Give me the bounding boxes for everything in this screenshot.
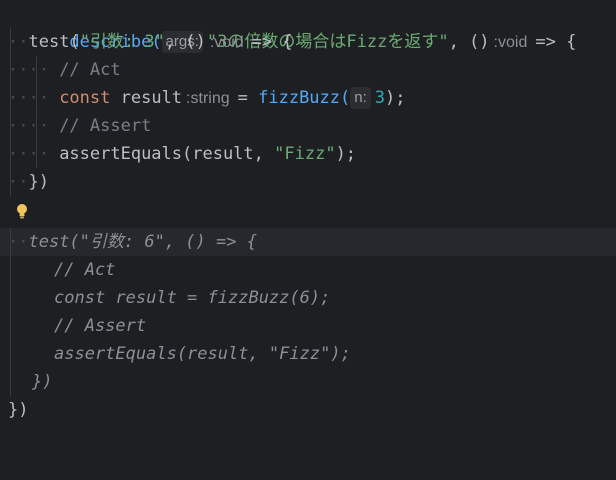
assert-call: assertEquals(result, [59,144,264,164]
comment-assert: // Assert [59,116,152,136]
code-line-14[interactable]: }) [0,368,616,396]
code-editor[interactable]: describe(args: "3の倍数の場合はFizzを返す", ():void… [0,0,616,424]
param-hint-n: n: [350,87,371,109]
code-line-6[interactable]: ···· assertEquals(result, "Fizz"); [0,140,616,168]
expected-string: "Fizz" [274,144,336,164]
result-line-2: const result = fizzBuzz(6); [54,288,331,308]
fizzbuzz-call: fizzBuzz( [258,88,351,108]
test-call-2: test("引数: 6", () => { [28,232,257,252]
code-line-8[interactable] [0,196,616,224]
code-line-5[interactable]: ···· // Assert [0,112,616,140]
block-close-2: }) [32,372,53,392]
assert-call-2: assertEquals(result, "Fizz"); [54,344,351,364]
code-line-15[interactable]: }) [0,396,616,424]
indent-guide [10,228,11,396]
return-type-hint: :void [209,34,244,51]
indent-guide [10,28,11,196]
const-keyword: const [59,88,111,108]
result-variable: result [120,88,183,108]
indent-guide [36,56,37,168]
describe-close: }) [8,400,29,420]
block-close: }) [28,172,49,192]
type-hint-string: :string [186,90,230,107]
test-title: "引数: 3" [79,32,165,52]
code-line-13[interactable]: assertEquals(result, "Fizz"); [0,340,616,368]
comment-act-2: // Act [54,260,116,280]
code-line-11[interactable]: const result = fizzBuzz(6); [0,284,616,312]
code-line-9[interactable]: ··test("引数: 6", () => { [0,228,616,256]
code-line-2[interactable]: ··test("引数: 3", ():void => { [0,28,616,56]
comment-act: // Act [59,60,121,80]
code-line-10[interactable]: // Act [0,256,616,284]
test-call: test( [28,32,80,52]
code-line-12[interactable]: // Assert [0,312,616,340]
arg-number: 3 [374,88,386,108]
code-line-7[interactable]: ··}) [0,168,616,196]
comment-assert-2: // Assert [54,316,147,336]
code-line-4[interactable]: ···· const result:string = fizzBuzz(n: 3); [0,84,616,112]
code-line-3[interactable]: ···· // Act [0,56,616,84]
code-line-1[interactable]: describe(args: "3の倍数の場合はFizzを返す", ():void… [0,0,616,53]
lightbulb-icon[interactable] [16,203,28,219]
